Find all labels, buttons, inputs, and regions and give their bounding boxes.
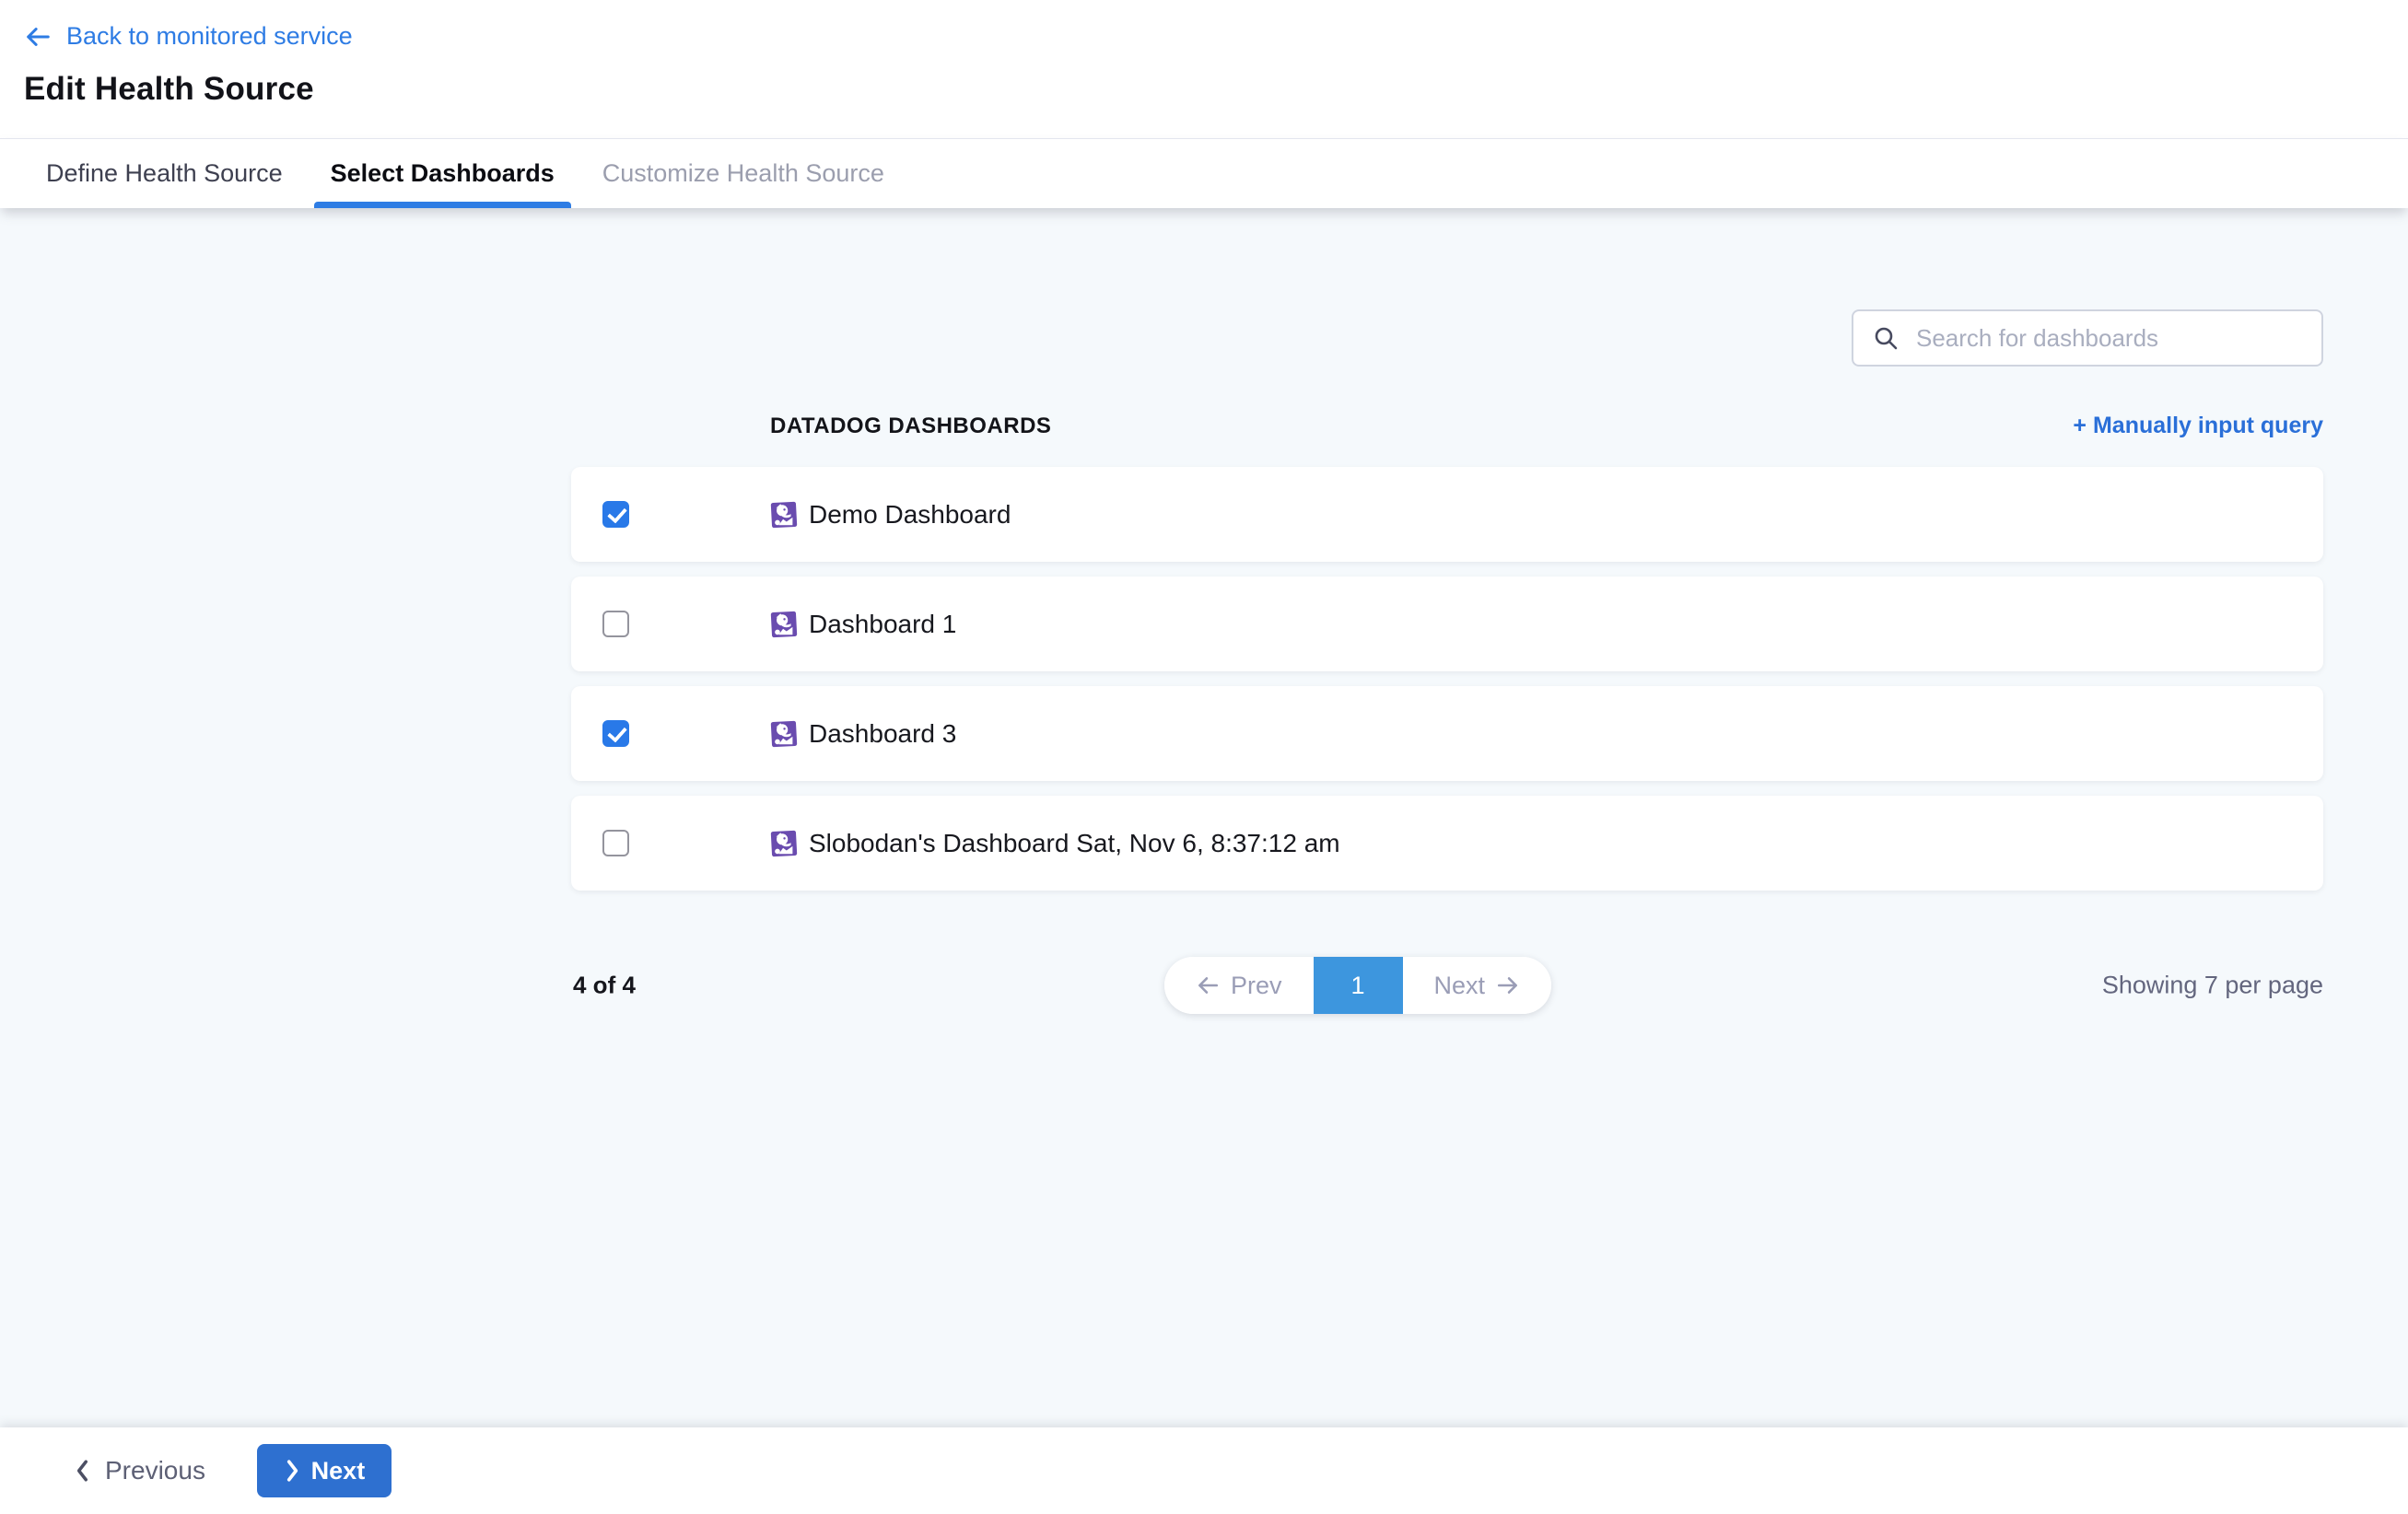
- dashboard-name: Demo Dashboard: [809, 500, 1011, 530]
- previous-button[interactable]: Previous: [74, 1456, 205, 1485]
- wizard-footer: Previous Next: [0, 1427, 2408, 1514]
- datadog-logo-icon: [770, 830, 798, 857]
- dashboard-list-area: DATADOG DASHBOARDS + Manually input quer…: [571, 413, 2323, 1014]
- tab-define-health-source[interactable]: Define Health Source: [29, 139, 299, 208]
- dashboard-name: Dashboard 3: [809, 719, 956, 749]
- dashboard-checkbox[interactable]: [602, 830, 629, 856]
- dashboard-row[interactable]: Slobodan's Dashboard Sat, Nov 6, 8:37:12…: [571, 796, 2323, 891]
- dashboard-checkbox[interactable]: [602, 611, 629, 637]
- back-link-label: Back to monitored service: [66, 22, 353, 51]
- dashboard-name-cell: Dashboard 1: [770, 610, 956, 639]
- dashboard-checkbox[interactable]: [602, 501, 629, 528]
- datadog-logo-icon: [770, 720, 798, 748]
- datadog-logo-icon: [770, 611, 798, 638]
- pagination-row: 4 of 4 Prev 1 Next: [571, 957, 2323, 1014]
- tab-customize-health-source[interactable]: Customize Health Source: [586, 139, 901, 208]
- page-header: Back to monitored service Edit Health So…: [0, 0, 2408, 208]
- column-header: DATADOG DASHBOARDS: [571, 413, 1051, 439]
- page-title: Edit Health Source: [24, 71, 2408, 108]
- arrow-right-icon: [1496, 973, 1520, 997]
- pagination-next-button[interactable]: Next: [1403, 957, 1552, 1014]
- arrow-left-icon: [1196, 973, 1220, 997]
- manually-input-query-link[interactable]: + Manually input query: [2073, 413, 2323, 439]
- tab-label: Customize Health Source: [602, 159, 884, 188]
- pagination-prev-button[interactable]: Prev: [1164, 957, 1314, 1014]
- next-button[interactable]: Next: [257, 1444, 392, 1497]
- next-label: Next: [1434, 972, 1486, 1000]
- dashboard-search-box: [1852, 309, 2323, 367]
- dashboard-name-cell: Demo Dashboard: [770, 500, 1011, 530]
- content-area: DATADOG DASHBOARDS + Manually input quer…: [0, 208, 2408, 1427]
- tab-label: Define Health Source: [46, 159, 283, 188]
- per-page-label: Showing 7 per page: [2102, 972, 2323, 1000]
- search-row: [0, 208, 2408, 367]
- dashboard-name: Dashboard 1: [809, 610, 956, 639]
- dashboard-name-cell: Dashboard 3: [770, 719, 956, 749]
- chevron-right-icon: [284, 1459, 300, 1483]
- arrow-left-icon: [24, 23, 52, 51]
- dashboard-row[interactable]: Dashboard 1: [571, 576, 2323, 671]
- chevron-left-icon: [74, 1459, 92, 1483]
- tab-select-dashboards[interactable]: Select Dashboards: [314, 139, 571, 208]
- dashboard-rows: Demo Dashboard: [571, 467, 2323, 891]
- datadog-logo-icon: [770, 501, 798, 529]
- list-header: DATADOG DASHBOARDS + Manually input quer…: [571, 413, 2323, 439]
- dashboard-name-cell: Slobodan's Dashboard Sat, Nov 6, 8:37:12…: [770, 829, 1340, 858]
- search-icon: [1872, 324, 1900, 352]
- pagination-page-1[interactable]: 1: [1314, 957, 1403, 1014]
- dashboard-row[interactable]: Demo Dashboard: [571, 467, 2323, 562]
- dashboard-checkbox[interactable]: [602, 720, 629, 747]
- item-count-label: 4 of 4: [573, 972, 636, 1000]
- search-input[interactable]: [1914, 323, 2303, 354]
- dashboard-row[interactable]: Dashboard 3: [571, 686, 2323, 781]
- tab-bar: Define Health Source Select Dashboards C…: [0, 138, 2408, 208]
- tab-label: Select Dashboards: [331, 159, 555, 188]
- prev-label: Prev: [1231, 972, 1282, 1000]
- previous-label: Previous: [105, 1456, 205, 1485]
- next-label: Next: [311, 1457, 366, 1485]
- dashboard-name: Slobodan's Dashboard Sat, Nov 6, 8:37:12…: [809, 829, 1340, 858]
- back-to-monitored-service-link[interactable]: Back to monitored service: [24, 22, 2408, 51]
- pager: Prev 1 Next: [1164, 957, 1551, 1014]
